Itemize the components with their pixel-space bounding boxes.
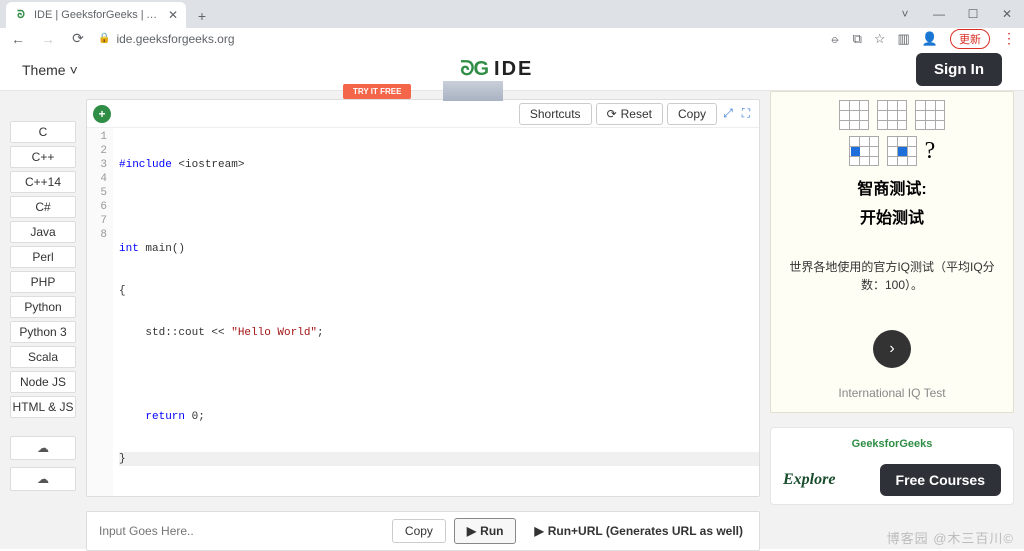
lang-item-c[interactable]: C <box>10 121 76 143</box>
close-tab-icon[interactable]: ✕ <box>168 8 178 22</box>
io-copy-button[interactable]: Copy <box>392 519 446 543</box>
reload-icon[interactable]: ⟳ <box>68 29 88 49</box>
extensions-icon[interactable]: ⧉ <box>853 31 862 47</box>
iq-ad-heading-1: 智商测试: <box>857 180 926 201</box>
window-controls: ˅ — ☐ ✕ <box>888 0 1024 28</box>
browser-menu-icon[interactable]: ⋮ <box>1002 30 1016 47</box>
lang-item-cpp14[interactable]: C++14 <box>10 171 76 193</box>
expand-icon[interactable]: ⤢ <box>721 107 735 121</box>
sidepanel-icon[interactable]: ▥ <box>898 31 910 47</box>
lock-icon: 🔒 <box>98 33 110 44</box>
url-text: ide.geeksforgeeks.org <box>116 32 234 46</box>
profile-icon[interactable]: 👤 <box>922 31 938 47</box>
line-gutter: 12345678 <box>87 128 113 496</box>
iq-ad-heading-2: 开始测试 <box>860 209 924 230</box>
promo-card: GeeksforGeeks Explore Free Courses <box>770 427 1014 505</box>
iq-ad-footer: International IQ Test <box>838 386 945 400</box>
upload-icon[interactable]: ☁ <box>10 467 76 491</box>
iq-grid-icon <box>839 100 869 130</box>
back-icon[interactable]: ← <box>8 29 28 49</box>
promo-brand: GeeksforGeeks <box>852 438 933 450</box>
question-mark-icon: ? <box>925 136 936 166</box>
run-button[interactable]: ▶Run <box>454 518 517 544</box>
chevron-down-icon[interactable]: ˅ <box>888 0 922 28</box>
sign-in-button[interactable]: Sign In <box>916 53 1002 86</box>
download-icon[interactable]: ☁ <box>10 436 76 460</box>
maximize-icon[interactable]: ☐ <box>956 0 990 28</box>
play-icon: ▶ <box>467 524 476 538</box>
explore-label: Explore <box>783 471 835 489</box>
gfg-mark-icon: ᘐG <box>460 58 488 81</box>
iq-grid-icon <box>877 100 907 130</box>
iq-ad-card[interactable]: ? 智商测试: 开始测试 世界各地使用的官方IQ测试（平均IQ分数：100）。 … <box>770 91 1014 413</box>
ad-image <box>443 81 503 101</box>
iq-grid-icon <box>887 136 917 166</box>
refresh-icon: ⟳ <box>607 107 617 121</box>
ide-label: IDE <box>494 58 533 81</box>
arrow-right-icon[interactable]: › <box>873 330 911 368</box>
io-card: Copy ▶Run ▶Run+URL (Generates URL as wel… <box>86 511 760 551</box>
site-header: Theme ˅ ᘐG IDE Sign In <box>0 49 1024 91</box>
minimize-icon[interactable]: — <box>922 0 956 28</box>
iq-grid-row-1 <box>839 100 945 130</box>
iq-ad-body: 世界各地使用的官方IQ测试（平均IQ分数：100）。 <box>771 258 1013 294</box>
main-layout: C C++ C++14 C# Java Perl PHP Python Pyth… <box>0 91 1024 549</box>
lang-item-htmljs[interactable]: HTML & JS <box>10 396 76 418</box>
address-bar: ← → ⟳ 🔒 ide.geeksforgeeks.org ⦵ ⧉ ☆ ▥ 👤 … <box>0 28 1024 49</box>
shortcuts-button[interactable]: Shortcuts <box>519 103 592 125</box>
lang-item-java[interactable]: Java <box>10 221 76 243</box>
iq-grid-row-2: ? <box>849 136 936 166</box>
new-tab-button[interactable]: + <box>190 4 214 28</box>
language-sidebar: C C++ C++14 C# Java Perl PHP Python Pyth… <box>0 91 86 549</box>
fullscreen-icon[interactable]: ⛶ <box>739 107 753 121</box>
gfg-favicon: ᘐ <box>14 8 28 22</box>
lang-item-python[interactable]: Python <box>10 296 76 318</box>
lang-item-perl[interactable]: Perl <box>10 246 76 268</box>
editor-toolbar: + Shortcuts ⟳Reset Copy ⤢ ⛶ <box>87 100 759 128</box>
close-window-icon[interactable]: ✕ <box>990 0 1024 28</box>
browser-tab[interactable]: ᘐ IDE | GeeksforGeeks | A comp ✕ <box>6 2 186 28</box>
theme-label: Theme <box>22 62 66 78</box>
theme-picker[interactable]: Theme ˅ <box>22 62 78 78</box>
tab-strip: ᘐ IDE | GeeksforGeeks | A comp ✕ + ˅ — ☐… <box>0 0 1024 28</box>
editor-column: TRY IT FREE + Shortcuts ⟳Reset Copy ⤢ ⛶ … <box>86 91 770 549</box>
code-editor-card: + Shortcuts ⟳Reset Copy ⤢ ⛶ 12345678 #in… <box>86 99 760 497</box>
lang-item-php[interactable]: PHP <box>10 271 76 293</box>
translate-icon[interactable]: ⦵ <box>830 31 841 47</box>
lang-item-csharp[interactable]: C# <box>10 196 76 218</box>
lang-item-scala[interactable]: Scala <box>10 346 76 368</box>
copy-button[interactable]: Copy <box>667 103 717 125</box>
try-it-free-cta[interactable]: TRY IT FREE <box>343 84 411 99</box>
lang-item-nodejs[interactable]: Node JS <box>10 371 76 393</box>
free-courses-button[interactable]: Free Courses <box>880 464 1001 496</box>
play-icon: ▶ <box>534 524 543 538</box>
tab-title: IDE | GeeksforGeeks | A comp <box>34 9 162 21</box>
site-logo[interactable]: ᘐG IDE <box>460 58 533 81</box>
code-editor[interactable]: 12345678 #include <iostream> int main() … <box>87 128 759 496</box>
code-text[interactable]: #include <iostream> int main() { std::co… <box>113 128 759 496</box>
run-url-button[interactable]: ▶Run+URL (Generates URL as well) <box>524 518 753 544</box>
add-button[interactable]: + <box>93 105 111 123</box>
lang-item-cpp[interactable]: C++ <box>10 146 76 168</box>
update-badge[interactable]: 更新 <box>950 29 990 49</box>
bookmark-icon[interactable]: ☆ <box>874 31 886 47</box>
lang-item-python3[interactable]: Python 3 <box>10 321 76 343</box>
side-column: ? 智商测试: 开始测试 世界各地使用的官方IQ测试（平均IQ分数：100）。 … <box>770 91 1024 549</box>
url-box[interactable]: 🔒 ide.geeksforgeeks.org <box>98 32 235 46</box>
iq-grid-icon <box>915 100 945 130</box>
browser-chrome: ᘐ IDE | GeeksforGeeks | A comp ✕ + ˅ — ☐… <box>0 0 1024 49</box>
input-field[interactable] <box>93 520 384 542</box>
top-ad-banner[interactable]: TRY IT FREE <box>343 81 503 101</box>
iq-grid-icon <box>849 136 879 166</box>
chevron-down-icon: ˅ <box>70 62 78 78</box>
forward-icon[interactable]: → <box>38 29 58 49</box>
reset-button[interactable]: ⟳Reset <box>596 103 663 125</box>
